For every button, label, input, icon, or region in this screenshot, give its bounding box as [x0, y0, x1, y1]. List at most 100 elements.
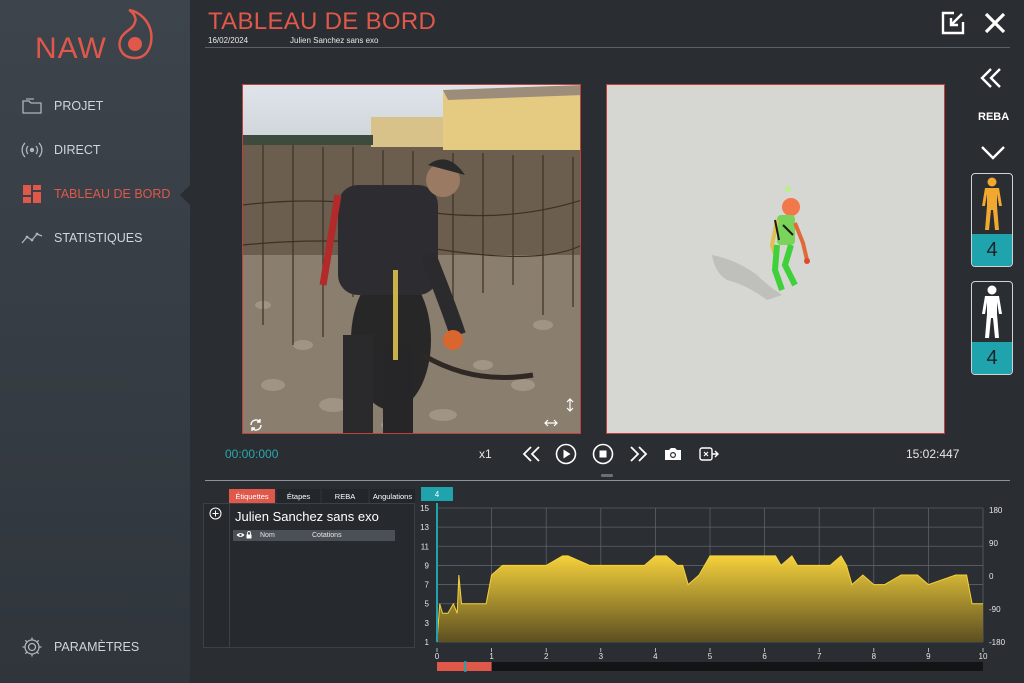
timeline-tick-label: 3: [599, 652, 604, 661]
chart-svg: 13579111315 180900-90-180: [420, 503, 1006, 647]
fast-forward-button[interactable]: [627, 443, 649, 465]
dashboard-icon: [20, 184, 44, 204]
resize-icon[interactable]: [543, 397, 579, 433]
tab-reba[interactable]: REBA: [322, 489, 368, 503]
body-white-icon: [972, 282, 1012, 342]
sidebar-item-projet[interactable]: PROJET: [20, 93, 185, 119]
broadcast-icon: [20, 140, 44, 160]
gear-icon: [20, 637, 44, 657]
sidebar-item-direct[interactable]: DIRECT: [20, 137, 185, 163]
y2-tick-label: -90: [989, 605, 1001, 614]
play-button[interactable]: [555, 443, 577, 465]
collapse-panel-button[interactable]: [978, 66, 1004, 90]
labels-panel: [203, 503, 415, 648]
score-card-secondary[interactable]: 4: [971, 281, 1013, 375]
method-dropdown-button[interactable]: [980, 142, 1006, 162]
timeline-tick-label: 10: [979, 652, 988, 661]
avatar-scene: [607, 85, 944, 433]
export-video-button[interactable]: [698, 443, 720, 465]
active-nav-pointer: [180, 185, 190, 205]
logo-text: NAW: [35, 32, 107, 65]
sidebar-item-statistiques[interactable]: STATISTIQUES: [20, 225, 185, 251]
tab-etiquettes[interactable]: Étiquettes: [229, 489, 275, 503]
session-name: Julien Sanchez sans exo: [290, 36, 379, 45]
page-title: TABLEAU DE BORD: [208, 8, 437, 35]
naw-logo: NAW: [35, 8, 165, 65]
labels-table-header: Nom Cotations: [233, 530, 395, 541]
settings-label: PARAMÈTRES: [54, 640, 140, 654]
timeline-tick-label: 8: [872, 652, 877, 661]
cursor-value-badge: 4: [421, 487, 453, 501]
double-chevron-left-icon: [980, 68, 1001, 88]
y-tick-label: 11: [421, 542, 430, 551]
playback-speed[interactable]: x1: [479, 447, 492, 461]
header-divider: [205, 47, 1010, 48]
sidebar-item-label: DIRECT: [54, 143, 101, 157]
timeline-playhead: [464, 661, 467, 672]
timeline-tick-label: 7: [817, 652, 822, 661]
y2-tick-label: 90: [989, 539, 998, 548]
timeline-tick-label: 6: [762, 652, 767, 661]
tab-angulations[interactable]: Angulations: [370, 489, 415, 503]
video-frame: [243, 85, 580, 433]
y-tick-label: 15: [420, 504, 429, 513]
folder-icon: [20, 96, 44, 116]
line-chart-icon: [20, 228, 44, 248]
eye-icon[interactable]: [236, 532, 246, 540]
logo-flame-icon: [118, 8, 153, 60]
session-date: 16/02/2024: [208, 36, 249, 45]
sidebar-item-label: TABLEAU DE BORD: [54, 187, 171, 201]
y-tick-label: 9: [425, 561, 430, 570]
column-header-nom[interactable]: Nom: [260, 532, 312, 539]
column-header-cotations[interactable]: Cotations: [312, 532, 342, 539]
rewind-icon: [522, 446, 540, 462]
add-label-button[interactable]: [209, 507, 222, 520]
video-camera-view[interactable]: [242, 84, 581, 434]
y2-tick-label: 0: [989, 572, 994, 581]
y-tick-label: 5: [425, 600, 430, 609]
panel-resize-handle[interactable]: [601, 474, 613, 477]
camera-icon: [665, 448, 681, 460]
y2-tick-label: -180: [989, 638, 1006, 647]
avatar-3d-view[interactable]: [606, 84, 945, 434]
rewind-button[interactable]: [521, 443, 543, 465]
lock-icon[interactable]: [246, 530, 256, 541]
score-value: 4: [972, 234, 1012, 266]
sidebar: NAW PROJET DIRECT TABLEAU DE BORD STATIS…: [0, 0, 190, 683]
close-icon[interactable]: [982, 10, 1008, 36]
y-tick-label: 1: [425, 638, 430, 647]
timeline-tick-label: 4: [653, 652, 658, 661]
timeline-tick-label: 1: [489, 652, 494, 661]
timeline-track: [437, 662, 983, 671]
labels-column-separator: [229, 503, 230, 648]
export-video-icon: [699, 447, 719, 461]
end-time: 15:02:447: [906, 447, 960, 461]
y-tick-label: 7: [425, 581, 430, 590]
export-icon[interactable]: [940, 10, 966, 36]
timeline-window: [437, 662, 492, 671]
snapshot-button[interactable]: [662, 443, 684, 465]
chevron-down-icon: [981, 146, 1005, 160]
timeline-svg: 0 1 2 3 4 5 6 7 8 9 10: [435, 648, 988, 672]
sidebar-item-label: PROJET: [54, 99, 104, 113]
timeline-tick-label: 9: [926, 652, 931, 661]
y-tick-label: 13: [420, 523, 429, 532]
timeline-tick-label: 2: [544, 652, 549, 661]
timeline-scrubber[interactable]: 0 1 2 3 4 5 6 7 8 9 10: [415, 648, 1015, 680]
settings-button[interactable]: PARAMÈTRES: [20, 634, 185, 660]
body-orange-icon: [972, 174, 1012, 234]
rotate-icon[interactable]: [248, 417, 264, 433]
play-icon: [555, 443, 577, 465]
panel-divider: [205, 480, 1010, 481]
score-card-primary[interactable]: 4: [971, 173, 1013, 267]
current-time: 00:00:000: [225, 447, 279, 461]
fast-forward-icon: [630, 446, 648, 462]
method-label: REBA: [978, 111, 1010, 123]
y2-tick-label: 180: [989, 506, 1003, 515]
score-value: 4: [972, 342, 1012, 374]
sidebar-item-tableau-de-bord[interactable]: TABLEAU DE BORD: [20, 181, 185, 207]
tab-etapes[interactable]: Étapes: [277, 489, 320, 503]
stop-icon: [592, 443, 614, 465]
reba-score-chart[interactable]: 1 3 5 7 9 11 13 15 180 90 0 -90 -180: [415, 503, 1015, 651]
stop-button[interactable]: [592, 443, 614, 465]
